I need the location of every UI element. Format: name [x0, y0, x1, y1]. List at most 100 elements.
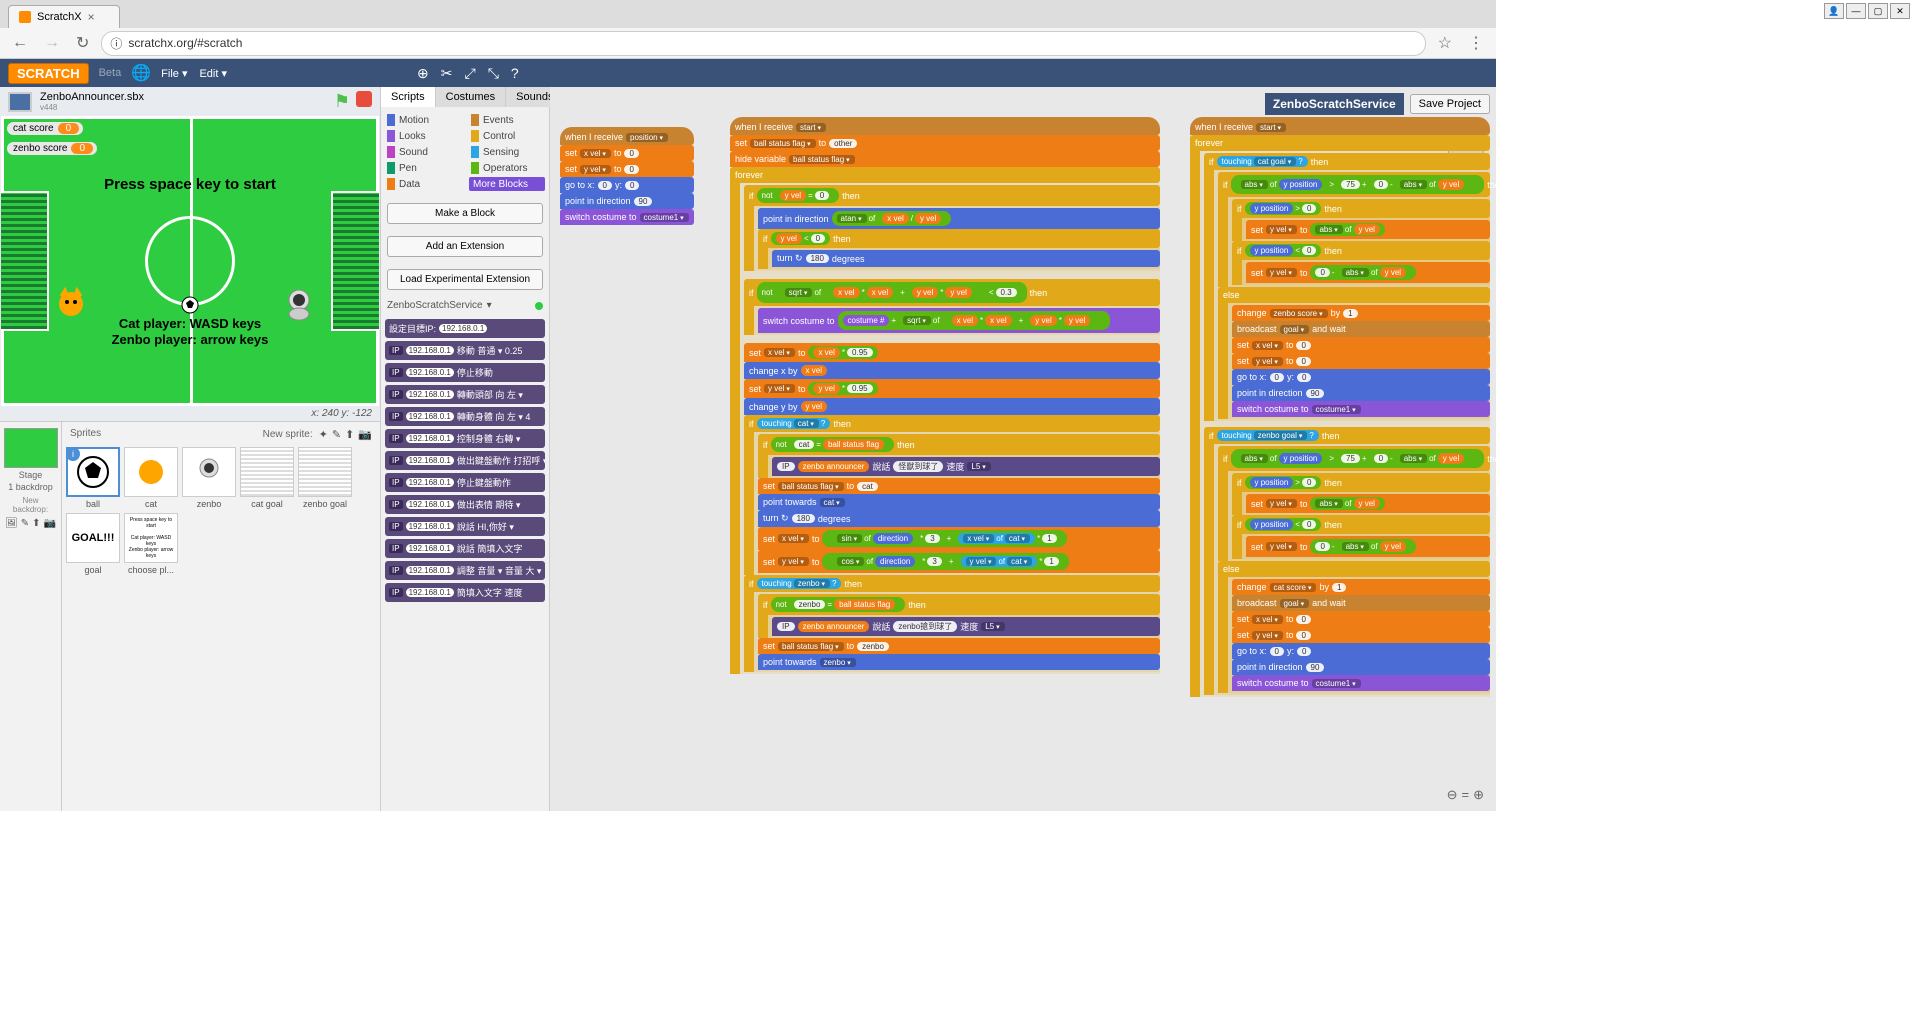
info-icon[interactable]: i: [66, 447, 80, 461]
scratch-menu: File ▾ Edit ▾: [161, 67, 227, 80]
zenbo-score-var: zenbo score0: [7, 142, 97, 155]
paint-icon[interactable]: ✎: [21, 518, 29, 529]
script-stack-2[interactable]: when I receivestart setball status flagt…: [730, 117, 1160, 674]
cat-operators[interactable]: Operators: [469, 161, 545, 175]
upload-icon[interactable]: ⬆: [32, 518, 40, 529]
url-text: scratchx.org/#scratch: [128, 36, 242, 50]
stage[interactable]: cat score0 zenbo score0 Press space key …: [1, 116, 379, 406]
palette-block[interactable]: IP192.168.0.1停止移動: [385, 363, 545, 382]
cat-score-var: cat score0: [7, 122, 83, 135]
sprite-item-ball[interactable]: i ball: [66, 447, 120, 509]
cat-data[interactable]: Data: [385, 177, 461, 191]
sprite-item-catgoal[interactable]: cat goal: [240, 447, 294, 509]
add-extension-button[interactable]: Add an Extension: [387, 236, 543, 257]
cat-sensing[interactable]: Sensing: [469, 145, 545, 159]
cat-looks[interactable]: Looks: [385, 129, 461, 143]
palette-block[interactable]: IP192.168.0.1轉動身體 向 左 ▾ 4: [385, 407, 545, 426]
stamp-icon[interactable]: ⊕: [417, 65, 429, 82]
browser-nav-bar: ← → ↻ ⓘ scratchx.org/#scratch ☆ ⋮: [0, 28, 1496, 58]
make-block-button[interactable]: Make a Block: [387, 203, 543, 224]
cat-motion[interactable]: Motion: [385, 113, 461, 127]
scissors-icon[interactable]: ✂: [441, 65, 453, 82]
tab-favicon: [19, 11, 31, 23]
sprite-item-goal[interactable]: GOAL!!! goal: [66, 513, 120, 575]
project-filename: ZenboAnnouncer.sbx v448: [40, 91, 144, 112]
sprites-area: Sprites New sprite: ✦ ✎ ⬆ 📷 i: [62, 422, 380, 811]
camera-icon[interactable]: 📷: [44, 518, 56, 529]
cat-more[interactable]: More Blocks: [469, 177, 545, 191]
script-stack-1[interactable]: when I receiveposition setx velto0 sety …: [560, 127, 694, 225]
scratch-logo[interactable]: SCRATCH: [8, 63, 89, 84]
sprites-panel: Stage 1 backdrop New backdrop: 🖼 ✎ ⬆ 📷 S…: [0, 421, 380, 811]
palette-block[interactable]: IP192.168.0.1做出鍵盤動作 打招呼 ▾: [385, 451, 545, 470]
sprite-item-zenbogoal[interactable]: zenbo goal: [298, 447, 352, 509]
palette-block[interactable]: IP192.168.0.1停止鍵盤動作: [385, 473, 545, 492]
cat-control[interactable]: Control: [469, 129, 545, 143]
zenbo-sprite[interactable]: [281, 286, 317, 322]
cat-sound[interactable]: Sound: [385, 145, 461, 159]
shrink-icon[interactable]: ⤡: [488, 65, 499, 82]
help-icon[interactable]: ?: [511, 65, 519, 82]
sprite-camera-icon[interactable]: 📷: [358, 428, 372, 441]
status-dot-icon: [535, 302, 543, 310]
extension-name[interactable]: ZenboScratchService▾: [381, 296, 549, 315]
sprite-item-zenbo[interactable]: zenbo: [182, 447, 236, 509]
header-tool-icons: ⊕ ✂ ⤢ ⤡ ?: [417, 65, 519, 82]
palette-block[interactable]: IP192.168.0.1控制身體 右轉 ▾: [385, 429, 545, 448]
palette-block[interactable]: 設定目標IP:192.168.0.1: [385, 319, 545, 338]
maximize-icon[interactable]: ▢: [1868, 3, 1888, 19]
cat-events[interactable]: Events: [469, 113, 545, 127]
zoom-in-icon[interactable]: ⊕: [1473, 787, 1484, 803]
menu-icon[interactable]: ⋮: [1464, 31, 1488, 55]
stop-icon[interactable]: [356, 91, 372, 107]
script-stack-3[interactable]: when I receivestart forever iftouchingca…: [1190, 117, 1490, 697]
back-icon[interactable]: ←: [8, 32, 32, 54]
sprite-upload-icon[interactable]: ⬆: [345, 428, 354, 441]
browser-tab-bar: ScratchX × 👤 — ▢ ✕: [0, 0, 1496, 28]
stage-header: ZenboAnnouncer.sbx v448 ⚑: [0, 87, 380, 116]
forward-icon[interactable]: →: [40, 32, 64, 54]
globe-icon[interactable]: 🌐: [131, 63, 151, 83]
zoom-out-icon[interactable]: ⊖: [1447, 787, 1458, 803]
tab-scripts[interactable]: Scripts: [381, 87, 436, 107]
ball-sprite[interactable]: [181, 296, 199, 314]
script-header: ZenboScratchService Save Project: [1265, 93, 1490, 115]
stage-thumb[interactable]: [4, 428, 58, 468]
close-window-icon[interactable]: ✕: [1890, 3, 1910, 19]
palette-block[interactable]: IP192.168.0.1說話 HI,你好 ▾: [385, 517, 545, 536]
cat-sprite[interactable]: [51, 286, 91, 326]
project-icon[interactable]: [8, 92, 32, 112]
save-project-button[interactable]: Save Project: [1410, 94, 1490, 114]
cat-pen[interactable]: Pen: [385, 161, 461, 175]
close-icon[interactable]: ×: [88, 10, 95, 24]
script-area[interactable]: ZenboScratchService Save Project x: 0y: …: [550, 87, 1496, 811]
grow-icon[interactable]: ⤢: [464, 65, 475, 82]
star-icon[interactable]: ☆: [1434, 31, 1456, 55]
scratch-header: SCRATCH Beta 🌐 File ▾ Edit ▾ ⊕ ✂ ⤢ ⤡ ?: [0, 59, 1496, 87]
browser-chrome: ScratchX × 👤 — ▢ ✕ ← → ↻ ⓘ scratchx.org/…: [0, 0, 1496, 59]
palette-block[interactable]: IP192.168.0.1簡填入文字 速度: [385, 583, 545, 602]
palette-block[interactable]: IP192.168.0.1調整 音量 ▾ 音量 大 ▾: [385, 561, 545, 580]
user-icon[interactable]: 👤: [1824, 3, 1844, 19]
stage-coords: x: 240 y: -122: [0, 406, 380, 421]
menu-file[interactable]: File ▾: [161, 67, 187, 80]
palette-block[interactable]: IP192.168.0.1說話 簡填入文字: [385, 539, 545, 558]
url-bar[interactable]: ⓘ scratchx.org/#scratch: [101, 31, 1425, 56]
reload-icon[interactable]: ↻: [72, 31, 93, 55]
zoom-reset-icon[interactable]: =: [1462, 787, 1470, 803]
sprite-item-cat[interactable]: cat: [124, 447, 178, 509]
palette-block[interactable]: IP192.168.0.1移動 普通 ▾ 0.25: [385, 341, 545, 360]
palette-block[interactable]: IP192.168.0.1轉動頭部 向 左 ▾: [385, 385, 545, 404]
sprite-library-icon[interactable]: ✦: [319, 428, 328, 441]
tabs: Scripts Costumes Sounds: [381, 87, 549, 107]
menu-edit[interactable]: Edit ▾: [199, 67, 227, 80]
load-extension-button[interactable]: Load Experimental Extension: [387, 269, 543, 290]
palette-block[interactable]: IP192.168.0.1做出表情 期待 ▾: [385, 495, 545, 514]
tab-costumes[interactable]: Costumes: [436, 87, 507, 107]
sprite-paint-icon[interactable]: ✎: [332, 428, 341, 441]
sprite-item-choosepl[interactable]: Press space key to startCat player: WASD…: [124, 513, 178, 575]
minimize-icon[interactable]: —: [1846, 3, 1866, 19]
browser-tab[interactable]: ScratchX ×: [8, 5, 120, 28]
green-flag-icon[interactable]: ⚑: [334, 91, 350, 112]
library-icon[interactable]: 🖼: [5, 518, 18, 529]
